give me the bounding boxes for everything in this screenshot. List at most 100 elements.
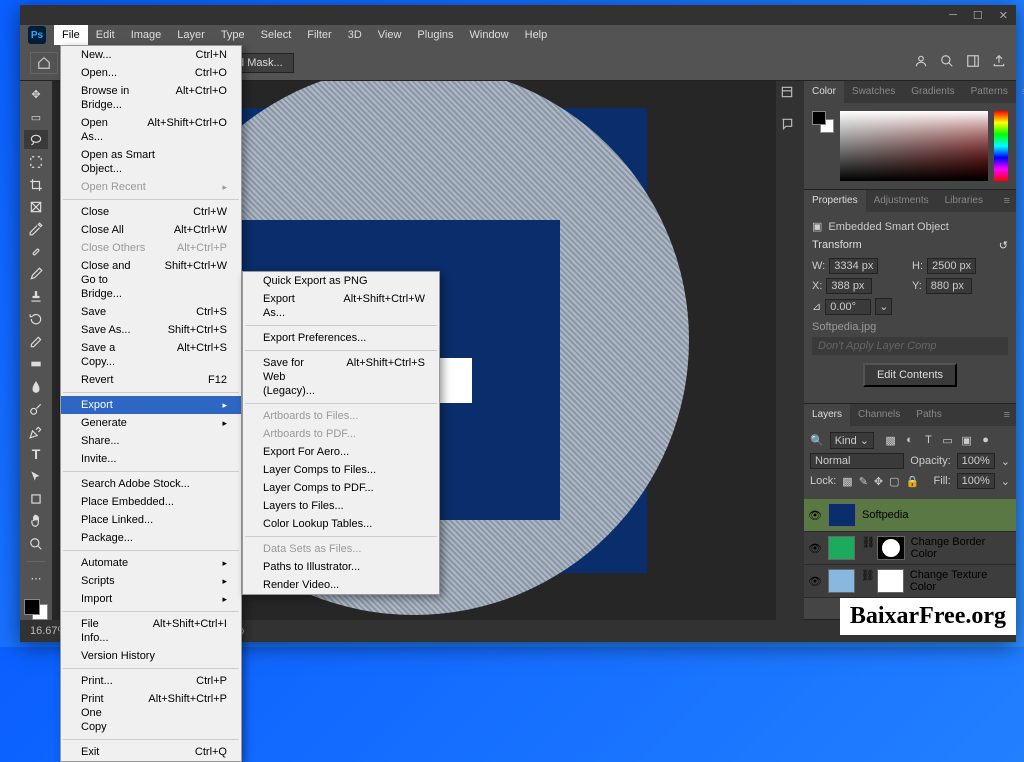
menu-window[interactable]: Window: [462, 25, 517, 45]
search-icon[interactable]: [940, 54, 954, 71]
eyedropper-tool[interactable]: [24, 220, 48, 239]
menu-edit[interactable]: Edit: [88, 25, 123, 45]
menuitem-revert[interactable]: RevertF12: [61, 371, 241, 389]
edit-contents-button[interactable]: Edit Contents: [863, 363, 957, 387]
menuitem-new[interactable]: New...Ctrl+N: [61, 46, 241, 64]
filter-image-icon[interactable]: ▩: [884, 434, 897, 447]
lasso-tool[interactable]: [24, 130, 48, 149]
menuitem-open[interactable]: Open...Ctrl+O: [61, 64, 241, 82]
menu-type[interactable]: Type: [213, 25, 253, 45]
minimize-button[interactable]: ─: [949, 9, 957, 21]
tab-channels[interactable]: Channels: [850, 404, 908, 426]
menuitem-file-info[interactable]: File Info...Alt+Shift+Ctrl+I: [61, 615, 241, 647]
selection-tool[interactable]: [24, 152, 48, 171]
menuitem-save-as[interactable]: Save As...Shift+Ctrl+S: [61, 321, 241, 339]
panel-menu-icon[interactable]: ≡: [1016, 86, 1024, 98]
healing-tool[interactable]: [24, 242, 48, 261]
angle-field[interactable]: 0.00°: [825, 299, 871, 315]
menu-file[interactable]: File: [54, 25, 88, 45]
tab-color[interactable]: Color: [804, 81, 844, 103]
frame-tool[interactable]: [24, 197, 48, 216]
visibility-icon[interactable]: 👁: [808, 542, 822, 555]
menuitem-print-one-copy[interactable]: Print One CopyAlt+Shift+Ctrl+P: [61, 690, 241, 736]
menuitem-version-history[interactable]: Version History: [61, 647, 241, 665]
menu-image[interactable]: Image: [123, 25, 170, 45]
menuitem-open-as-smart-object[interactable]: Open as Smart Object...: [61, 146, 241, 178]
hue-slider[interactable]: [994, 111, 1008, 181]
menuitem-import[interactable]: Import▸: [61, 590, 241, 608]
menuitem-place-linked[interactable]: Place Linked...: [61, 511, 241, 529]
type-tool[interactable]: T: [24, 444, 48, 463]
panel-color-swatches[interactable]: [812, 111, 834, 133]
menu-select[interactable]: Select: [253, 25, 300, 45]
tab-patterns[interactable]: Patterns: [963, 81, 1016, 103]
marquee-tool[interactable]: ▭: [24, 107, 48, 126]
filter-shape-icon[interactable]: ▭: [941, 434, 954, 447]
history-brush-tool[interactable]: [24, 310, 48, 329]
menuitem-close[interactable]: CloseCtrl+W: [61, 203, 241, 221]
menuitem-export-as[interactable]: Export As...Alt+Shift+Ctrl+W: [243, 290, 439, 322]
menu-help[interactable]: Help: [517, 25, 556, 45]
maximize-button[interactable]: ☐: [973, 9, 983, 22]
lock-position-icon[interactable]: ✥: [874, 475, 883, 488]
tab-libraries[interactable]: Libraries: [937, 190, 991, 212]
dodge-tool[interactable]: [24, 399, 48, 418]
move-tool[interactable]: ✥: [24, 85, 48, 104]
brush-tool[interactable]: [24, 265, 48, 284]
angle-dropdown[interactable]: ⌄: [875, 298, 892, 315]
menuitem-package[interactable]: Package...: [61, 529, 241, 547]
menuitem-exit[interactable]: ExitCtrl+Q: [61, 743, 241, 761]
shape-tool[interactable]: [24, 489, 48, 508]
lock-paint-icon[interactable]: ✎: [859, 475, 868, 488]
filter-adjust-icon[interactable]: ◐: [903, 434, 916, 447]
menuitem-scripts[interactable]: Scripts▸: [61, 572, 241, 590]
layer-softpedia[interactable]: 👁 Softpedia: [804, 499, 1016, 532]
menuitem-color-lookup-tables[interactable]: Color Lookup Tables...: [243, 515, 439, 533]
menuitem-invite[interactable]: Invite...: [61, 450, 241, 468]
pen-tool[interactable]: [24, 422, 48, 441]
tab-properties[interactable]: Properties: [804, 190, 866, 212]
tab-paths[interactable]: Paths: [908, 404, 950, 426]
home-icon[interactable]: [30, 52, 58, 74]
menuitem-share[interactable]: Share...: [61, 432, 241, 450]
menuitem-save-for-web-legacy[interactable]: Save for Web (Legacy)...Alt+Shift+Ctrl+S: [243, 354, 439, 400]
menuitem-save[interactable]: SaveCtrl+S: [61, 303, 241, 321]
crop-tool[interactable]: [24, 175, 48, 194]
menuitem-print[interactable]: Print...Ctrl+P: [61, 672, 241, 690]
filter-type-icon[interactable]: T: [922, 434, 935, 447]
layer-border[interactable]: 👁 ⛓ Change Border Color: [804, 532, 1016, 565]
close-button[interactable]: ✕: [999, 9, 1008, 22]
filter-toggle-icon[interactable]: ●: [979, 434, 992, 447]
menuitem-close-all[interactable]: Close AllAlt+Ctrl+W: [61, 221, 241, 239]
menu-layer[interactable]: Layer: [169, 25, 213, 45]
history-panel-icon[interactable]: [780, 85, 800, 105]
panel-menu-icon[interactable]: ≡: [998, 195, 1016, 207]
menuitem-search-adobe-stock[interactable]: Search Adobe Stock...: [61, 475, 241, 493]
hand-tool[interactable]: [24, 512, 48, 531]
y-field[interactable]: 880 px: [926, 278, 972, 294]
filter-kind-select[interactable]: Kind ⌄: [830, 432, 874, 449]
menuitem-export-preferences[interactable]: Export Preferences...: [243, 329, 439, 347]
menuitem-layer-comps-to-pdf[interactable]: Layer Comps to PDF...: [243, 479, 439, 497]
zoom-tool[interactable]: [24, 534, 48, 553]
layer-texture[interactable]: 👁 ⛓ Change Texture Color: [804, 565, 1016, 598]
tab-swatches[interactable]: Swatches: [844, 81, 903, 103]
color-picker[interactable]: [840, 111, 988, 181]
reset-icon[interactable]: ↺: [999, 239, 1008, 252]
gradient-tool[interactable]: [24, 354, 48, 373]
menuitem-save-a-copy[interactable]: Save a Copy...Alt+Ctrl+S: [61, 339, 241, 371]
menuitem-quick-export-as-png[interactable]: Quick Export as PNG: [243, 272, 439, 290]
workspace-icon[interactable]: [966, 54, 980, 71]
edit-toolbar[interactable]: ⋯: [24, 568, 48, 587]
tab-layers[interactable]: Layers: [804, 404, 850, 426]
menuitem-layers-to-files[interactable]: Layers to Files...: [243, 497, 439, 515]
visibility-icon[interactable]: 👁: [808, 509, 822, 522]
menuitem-browse-in-bridge[interactable]: Browse in Bridge...Alt+Ctrl+O: [61, 82, 241, 114]
menu-plugins[interactable]: Plugins: [409, 25, 461, 45]
menuitem-layer-comps-to-files[interactable]: Layer Comps to Files...: [243, 461, 439, 479]
menu-view[interactable]: View: [370, 25, 410, 45]
menuitem-close-and-go-to-bridge[interactable]: Close and Go to Bridge...Shift+Ctrl+W: [61, 257, 241, 303]
menuitem-open-as[interactable]: Open As...Alt+Shift+Ctrl+O: [61, 114, 241, 146]
x-field[interactable]: 388 px: [826, 278, 872, 294]
lock-artboard-icon[interactable]: ▢: [889, 475, 899, 488]
